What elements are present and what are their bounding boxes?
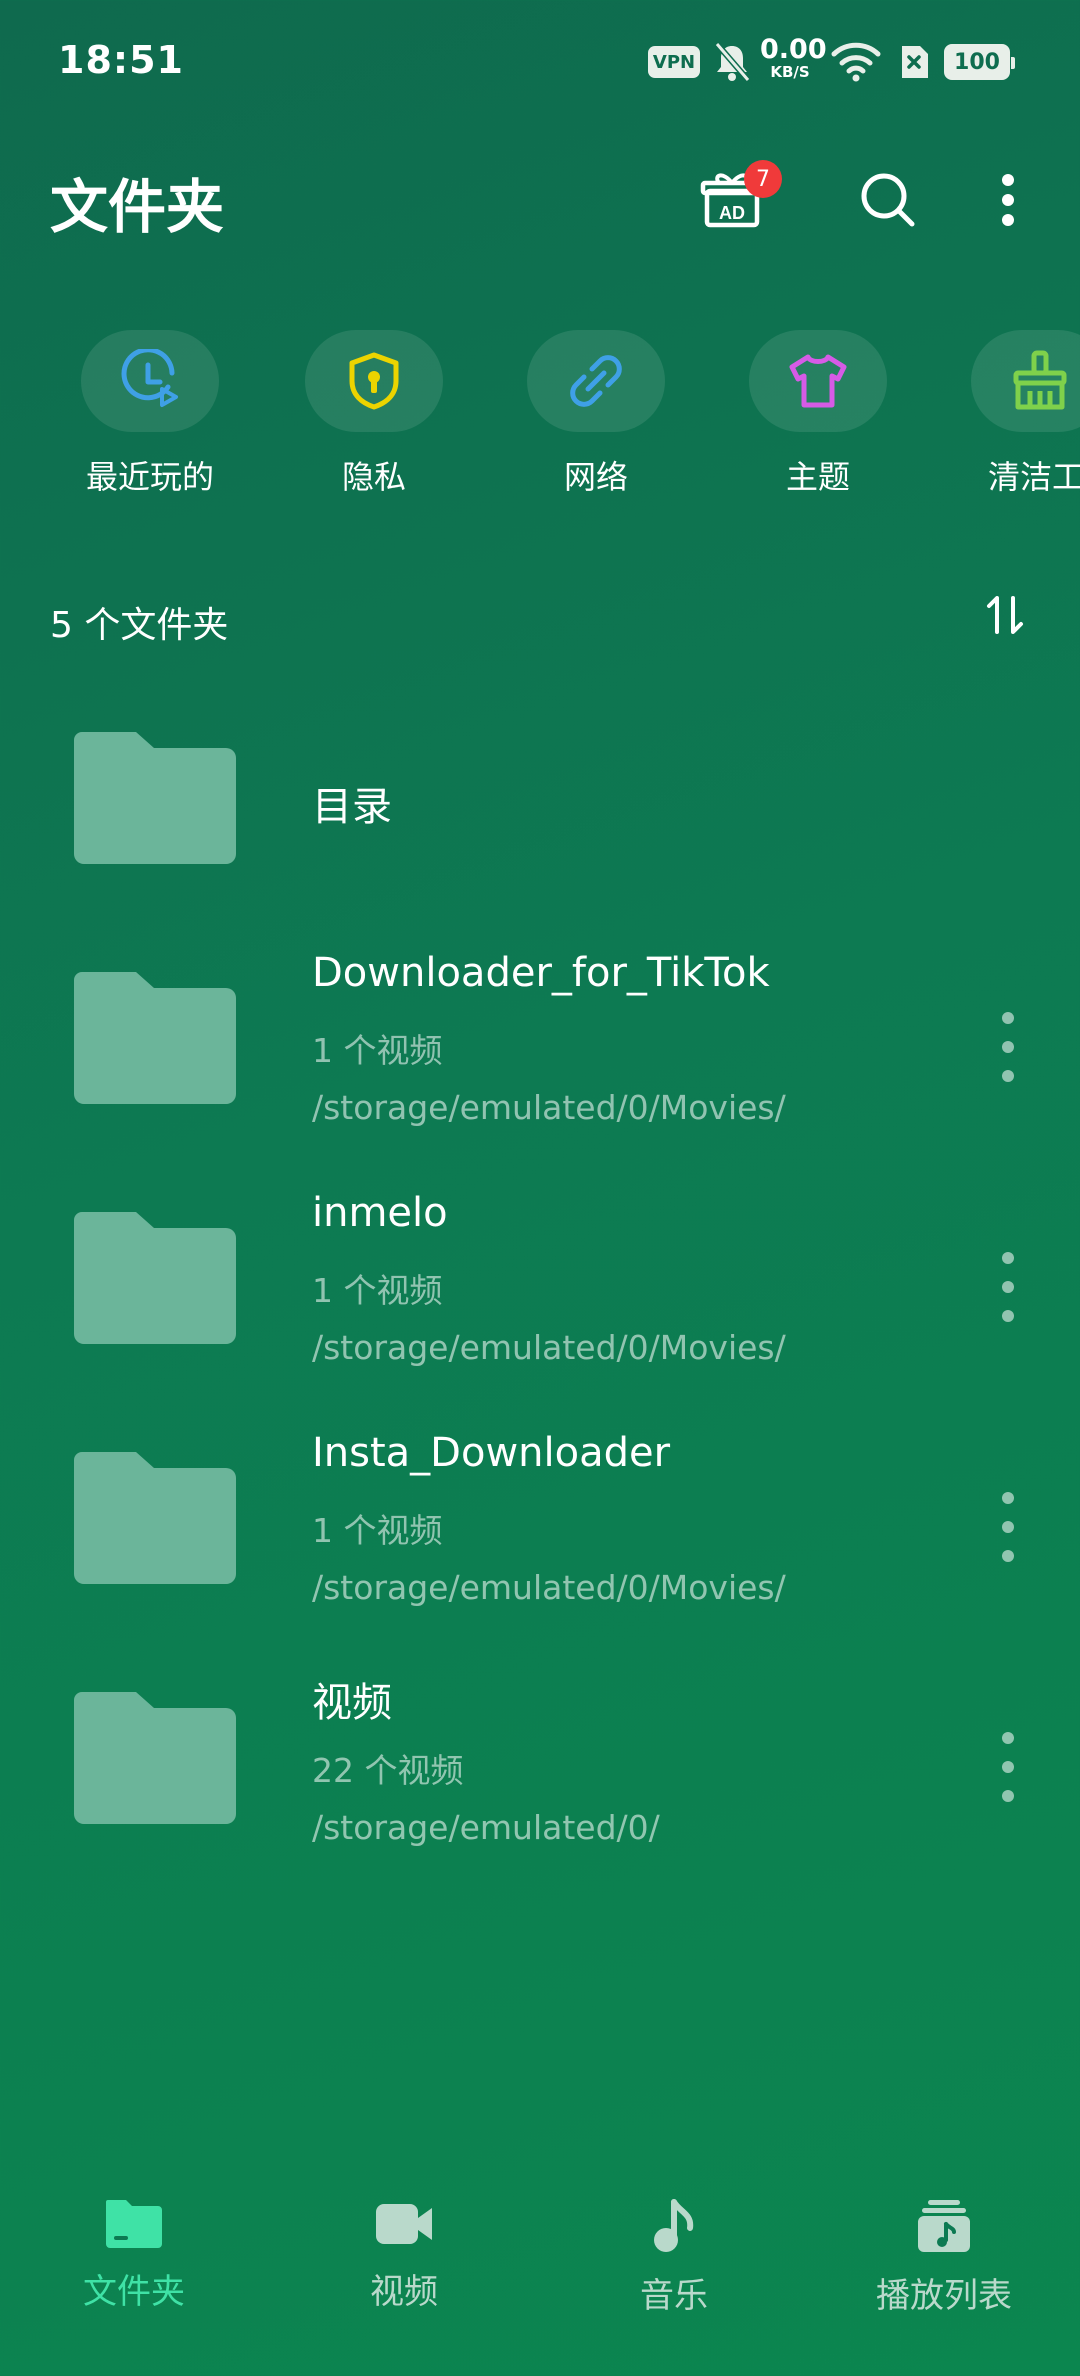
shortcut-cleaner[interactable]: 清洁工	[940, 330, 1080, 498]
folder-name: inmelo	[312, 1190, 448, 1236]
shortcut-network-label: 网络	[563, 458, 628, 496]
nav-tab-folders-label: 文件夹	[83, 2272, 185, 2312]
playlist-icon	[918, 2200, 970, 2252]
bottom-nav: 文件夹 视频 音乐 播放列表	[0, 2180, 1080, 2376]
shortcut-network-bg	[527, 330, 665, 432]
speed-value: 0.00	[760, 34, 827, 65]
shortcut-privacy[interactable]: 隐私	[274, 330, 474, 498]
shortcut-cleaner-label: 清洁工	[988, 458, 1080, 496]
folder-video-count: 1 个视频	[312, 1271, 443, 1310]
folder-row-downloader-for-tiktok[interactable]: Downloader_for_TikTok 1 个视频 /storage/emu…	[0, 940, 1080, 1170]
shortcut-theme[interactable]: 主题	[718, 330, 918, 498]
shortcut-theme-bg	[749, 330, 887, 432]
page-title: 文件夹	[50, 173, 225, 241]
folder-tab-icon	[106, 2200, 162, 2248]
recent-play-icon	[121, 349, 178, 407]
folder-count: 5 个文件夹	[50, 605, 229, 646]
search-icon	[861, 173, 915, 227]
folder-row-directory[interactable]: 目录	[0, 700, 1080, 930]
folder-path: /storage/emulated/0/Movies/	[312, 1568, 786, 1607]
folder-path: /storage/emulated/0/Movies/	[312, 1328, 786, 1367]
status-bar: 18:51 VPN 0.00 KB/S 100	[0, 0, 1080, 120]
broom-icon	[1013, 350, 1067, 410]
sort-button[interactable]	[980, 590, 1030, 640]
vpn-badge: VPN	[648, 46, 700, 78]
folder-row-videos[interactable]: 视频 22 个视频 /storage/emulated/0/	[0, 1660, 1080, 1890]
nav-tab-folders[interactable]: 文件夹	[34, 2198, 234, 2313]
folder-name: Downloader_for_TikTok	[312, 950, 770, 996]
shortcut-network[interactable]: 网络	[496, 330, 696, 498]
shortcut-theme-label: 主题	[785, 458, 850, 496]
folder-row-insta-downloader[interactable]: Insta_Downloader 1 个视频 /storage/emulated…	[0, 1420, 1080, 1650]
tshirt-icon	[789, 354, 847, 408]
folder-name: Insta_Downloader	[312, 1430, 671, 1476]
folder-path: /storage/emulated/0/Movies/	[312, 1088, 786, 1127]
folder-icon	[74, 1212, 236, 1344]
nav-tab-playlists-label: 播放列表	[876, 2276, 1012, 2316]
folder-video-count: 22 个视频	[312, 1751, 464, 1790]
nav-tab-videos-label: 视频	[370, 2272, 438, 2312]
no-sim-icon	[902, 46, 928, 78]
folder-video-count: 1 个视频	[312, 1511, 443, 1550]
folder-icon	[74, 972, 236, 1104]
folder-more-button[interactable]	[990, 1252, 1026, 1322]
shortcut-privacy-label: 隐私	[341, 458, 406, 496]
nav-tab-videos[interactable]: 视频	[304, 2198, 504, 2313]
shortcut-recent-bg	[81, 330, 219, 432]
folder-icon	[74, 1452, 236, 1584]
shield-lock-icon	[349, 352, 399, 410]
status-time: 18:51	[58, 38, 184, 82]
overflow-menu-button[interactable]	[968, 160, 1048, 240]
nav-tab-music[interactable]: 音乐	[574, 2198, 774, 2317]
nav-tab-playlists[interactable]: 播放列表	[844, 2198, 1044, 2317]
battery-indicator: 100	[944, 44, 1015, 80]
folder-path: /storage/emulated/0/	[312, 1808, 660, 1847]
speed-unit: KB/S	[770, 63, 810, 81]
shortcut-privacy-bg	[305, 330, 443, 432]
gift-count-badge: 7	[744, 160, 782, 198]
folder-more-button[interactable]	[990, 1732, 1026, 1802]
link-icon	[570, 355, 622, 407]
folder-more-button[interactable]	[990, 1012, 1026, 1082]
folder-video-count: 1 个视频	[312, 1031, 443, 1070]
mute-bell-icon	[714, 42, 751, 82]
shortcut-cleaner-bg	[971, 330, 1080, 432]
ad-label: AD	[719, 203, 745, 223]
folder-icon	[74, 732, 236, 864]
search-button[interactable]	[848, 160, 928, 240]
folder-row-inmelo[interactable]: inmelo 1 个视频 /storage/emulated/0/Movies/	[0, 1180, 1080, 1410]
nav-tab-music-label: 音乐	[640, 2276, 708, 2316]
wifi-icon	[831, 42, 881, 82]
shortcut-recent-label: 最近玩的	[85, 458, 214, 496]
folder-name: 视频	[312, 1680, 392, 1726]
folder-icon	[74, 1692, 236, 1824]
shortcut-recent[interactable]: 最近玩的	[50, 330, 250, 498]
music-note-icon	[654, 2199, 694, 2252]
video-camera-icon	[376, 2204, 432, 2244]
more-vertical-icon	[1002, 174, 1014, 226]
folder-more-button[interactable]	[990, 1492, 1026, 1562]
network-speed: 0.00 KB/S	[760, 34, 827, 81]
folder-name: 目录	[312, 784, 392, 830]
sort-icon	[987, 596, 1023, 634]
